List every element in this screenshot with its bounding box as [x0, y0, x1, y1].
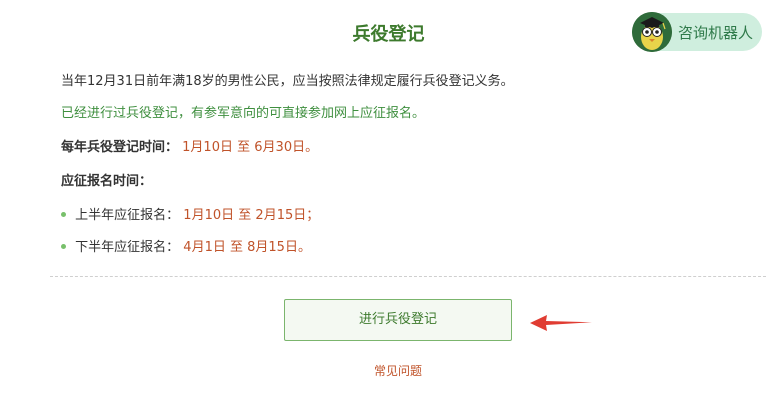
info-line-direct-apply: 已经进行过兵役登记，有参军意向的可直接参加网上应征报名。 — [61, 106, 426, 121]
divider — [50, 276, 766, 277]
robot-avatar-icon — [632, 12, 672, 52]
period-end: 2月15日； — [255, 208, 320, 223]
period-sep: 至 — [238, 208, 252, 223]
registration-time-end: 6月30日。 — [254, 140, 319, 155]
period-start: 4月1日 — [183, 240, 226, 255]
registration-time-label: 每年兵役登记时间： — [61, 140, 179, 155]
consult-robot-button[interactable]: 咨询机器人 — [632, 12, 762, 52]
registration-time-start: 1月10日 — [182, 140, 233, 155]
registration-time-sep: 至 — [237, 140, 251, 155]
faq-link[interactable]: 常见问题 — [0, 362, 777, 379]
info-line-eligibility: 当年12月31日前年满18岁的男性公民，应当按照法律规定履行兵役登记义务。 — [61, 74, 514, 89]
period-start: 1月10日 — [183, 208, 235, 223]
enlistment-time-label: 应征报名时间： — [61, 174, 153, 189]
registration-time: 每年兵役登记时间： 1月10日 至 6月30日。 — [61, 136, 318, 155]
enlistment-time-heading: 应征报名时间： — [61, 170, 152, 189]
period-label: 下半年应征报名： — [75, 240, 180, 255]
period-label: 上半年应征报名： — [75, 208, 180, 223]
register-military-service-button[interactable]: 进行兵役登记 — [284, 299, 512, 341]
arrow-left-icon — [528, 312, 594, 338]
list-item: 上半年应征报名： 1月10日 至 2月15日； — [61, 204, 319, 223]
bullet-icon — [61, 244, 66, 249]
bullet-icon — [61, 212, 66, 217]
list-item: 下半年应征报名： 4月1日 至 8月15日。 — [61, 236, 311, 255]
period-end: 8月15日。 — [247, 240, 311, 255]
robot-label: 咨询机器人 — [678, 24, 754, 42]
period-sep: 至 — [229, 240, 243, 255]
